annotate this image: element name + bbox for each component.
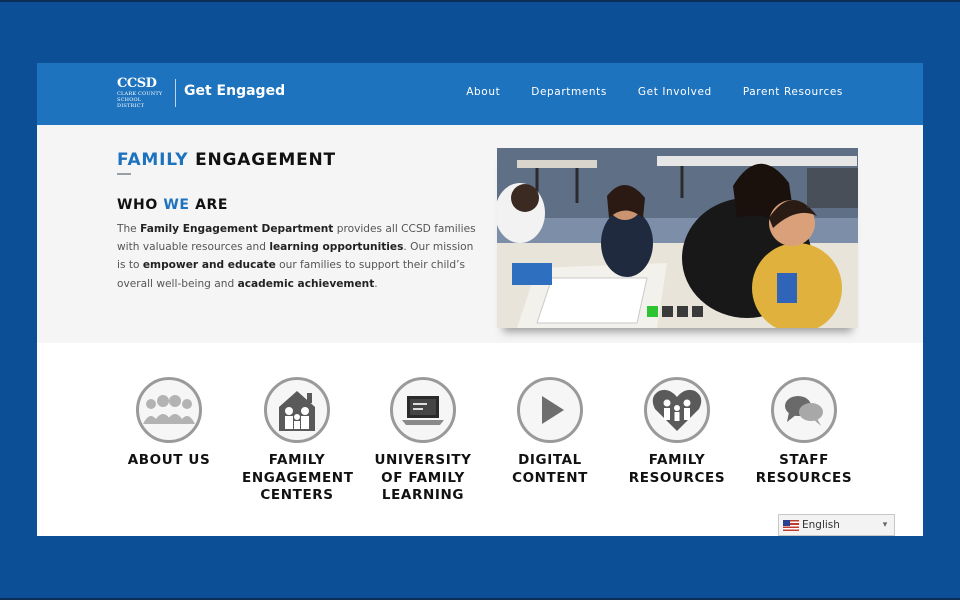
slider-indicators <box>647 306 703 317</box>
heading-part-2: ARE <box>195 197 229 213</box>
mission-description: The Family Engagement Department provide… <box>117 220 477 293</box>
desc-bold: empower and educate <box>142 259 276 272</box>
section-heading: WHO WE ARE <box>117 197 228 213</box>
feature-label: FAMILY RESOURCES <box>628 452 726 486</box>
family-house-icon[interactable] <box>264 377 330 443</box>
slide-dot-2[interactable] <box>662 306 673 317</box>
language-selector[interactable]: English ▾ <box>778 514 895 536</box>
chat-bubbles-icon[interactable] <box>771 377 837 443</box>
chevron-down-icon[interactable]: ▾ <box>876 520 894 530</box>
nav-departments[interactable]: Departments <box>531 86 607 98</box>
feature-label: ABOUT US <box>127 452 211 468</box>
classroom-photo <box>497 148 858 328</box>
feature-label: STAFF RESOURCES <box>755 452 853 486</box>
feature-about-us[interactable]: ABOUT US <box>114 377 224 470</box>
logo-wordmark: CCSD <box>117 76 157 91</box>
selected-language: English <box>802 519 840 531</box>
main-nav: About Departments Get Involved Parent Re… <box>466 86 843 98</box>
top-navigation-bar: CCSD CLARK COUNTY SCHOOL DISTRICT Get En… <box>37 63 923 125</box>
feature-label: UNIVERSITY OF FAMILY LEARNING <box>374 452 472 503</box>
logo-divider <box>175 79 176 107</box>
title-accent: FAMILY <box>117 150 189 170</box>
heading-part-1: WHO <box>117 197 158 213</box>
feature-staff-resources[interactable]: STAFF RESOURCES <box>749 377 859 487</box>
feature-digital-content[interactable]: DIGITAL CONTENT <box>495 377 605 487</box>
desc-text: . <box>374 277 378 290</box>
family-heart-icon[interactable] <box>644 377 710 443</box>
title-underline <box>117 173 131 175</box>
group-icon[interactable] <box>136 377 202 443</box>
nav-about[interactable]: About <box>466 86 500 98</box>
title-rest: ENGAGEMENT <box>195 150 336 170</box>
hero-slideshow[interactable] <box>497 148 858 328</box>
ccsd-logo[interactable]: CCSD CLARK COUNTY SCHOOL DISTRICT <box>117 77 169 111</box>
site-brand[interactable]: Get Engaged <box>184 83 285 99</box>
desc-bold: Family Engagement Department <box>140 223 334 235</box>
desc-text: The <box>117 223 141 235</box>
desc-bold: academic achievement <box>237 277 375 290</box>
page-title: FAMILY ENGAGEMENT <box>117 150 336 170</box>
feature-family-resources[interactable]: FAMILY RESOURCES <box>622 377 732 487</box>
feature-links: ABOUT US FAMILY ENGAGEMENT CENTERS UNIVE… <box>37 343 923 536</box>
slide-dot-1[interactable] <box>647 306 658 317</box>
play-icon[interactable] <box>517 377 583 443</box>
heading-accent: WE <box>163 197 190 213</box>
feature-label: FAMILY ENGAGEMENT CENTERS <box>242 452 354 503</box>
slide-dot-4[interactable] <box>692 306 703 317</box>
slide-dot-3[interactable] <box>677 306 688 317</box>
website: CCSD CLARK COUNTY SCHOOL DISTRICT Get En… <box>37 63 923 536</box>
laptop-icon[interactable] <box>390 377 456 443</box>
logo-subtitle: CLARK COUNTY SCHOOL DISTRICT <box>117 91 163 109</box>
desc-bold: learning opportunities <box>269 241 404 254</box>
nav-parent-resources[interactable]: Parent Resources <box>743 86 843 98</box>
hero-section: FAMILY ENGAGEMENT WHO WE ARE The Family … <box>37 125 923 343</box>
us-flag-icon <box>783 519 799 531</box>
nav-get-involved[interactable]: Get Involved <box>638 86 712 98</box>
feature-label: DIGITAL CONTENT <box>512 452 588 486</box>
feature-family-engagement-centers[interactable]: FAMILY ENGAGEMENT CENTERS <box>242 377 354 505</box>
feature-university-of-family-learning[interactable]: UNIVERSITY OF FAMILY LEARNING <box>368 377 478 505</box>
